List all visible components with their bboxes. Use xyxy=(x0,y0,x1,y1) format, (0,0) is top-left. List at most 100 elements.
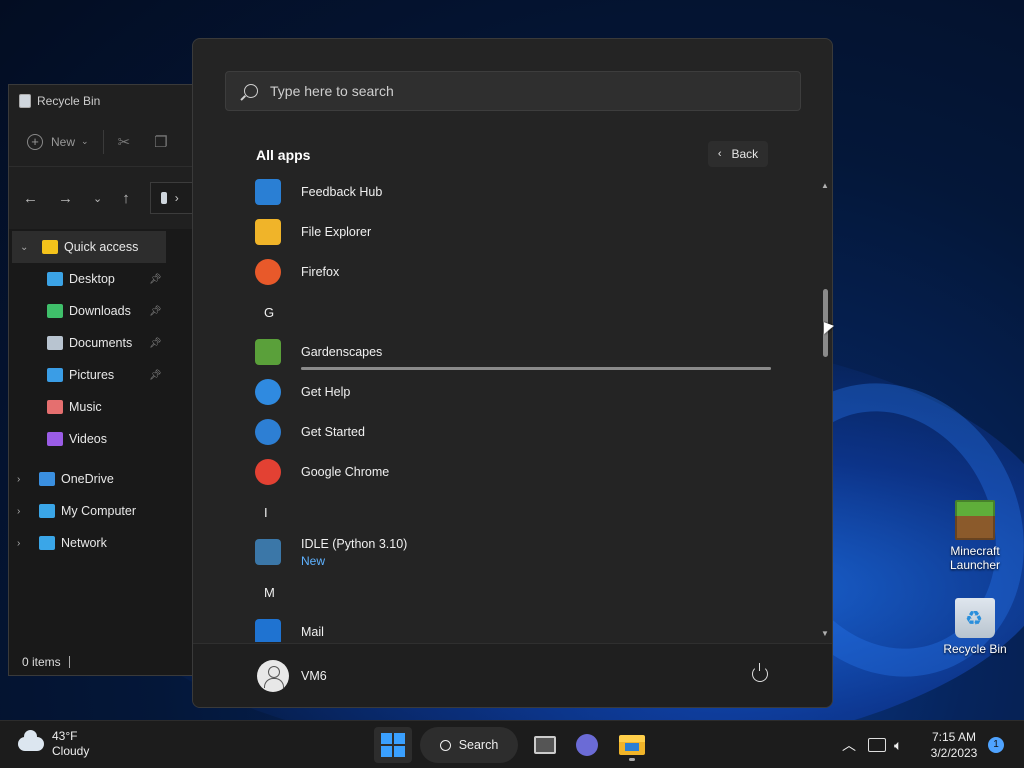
back-arrow-icon[interactable]: ← xyxy=(23,190,38,207)
sidebar-item-label: Desktop xyxy=(69,272,115,286)
network-icon xyxy=(868,738,886,752)
copy-icon[interactable]: ❐ xyxy=(154,133,167,151)
status-divider xyxy=(68,656,70,668)
sidebar-item-label: Downloads xyxy=(69,304,131,318)
chevron-down-icon[interactable]: ⌄ xyxy=(20,242,34,253)
item-count: 0 items xyxy=(22,655,61,669)
app-item-mail[interactable]: Mail xyxy=(243,612,783,642)
back-button[interactable]: ‹ Back xyxy=(708,141,768,167)
cloud-icon xyxy=(18,730,44,751)
star-icon xyxy=(42,240,58,254)
clock[interactable]: 7:15 AM 3/2/2023 xyxy=(920,729,988,761)
sidebar-item-label: Music xyxy=(69,400,102,414)
recycle-bin-icon xyxy=(955,598,995,638)
toolbar-divider xyxy=(102,129,104,154)
new-button[interactable]: New xyxy=(51,135,75,149)
desktop-icon xyxy=(47,272,63,286)
status-bar: 0 items xyxy=(9,649,70,675)
sidebar-item-label: My Computer xyxy=(61,504,137,518)
scroll-up-arrow-icon[interactable]: ▲ xyxy=(821,181,829,190)
search-icon xyxy=(439,739,451,751)
app-name: Gardenscapes xyxy=(301,345,383,359)
file-explorer-taskbar-button[interactable] xyxy=(612,727,652,763)
app-name: Feedback Hub xyxy=(301,185,383,199)
app-item-get-started[interactable]: Get Started xyxy=(243,412,783,452)
sidebar-item-label: Videos xyxy=(69,432,107,446)
cloud-icon xyxy=(39,472,55,486)
volume-tray-button[interactable]: 🔈︎ xyxy=(894,721,902,768)
clock-time: 7:15 AM xyxy=(931,730,977,744)
app-item-gardenscapes[interactable]: Gardenscapes xyxy=(243,332,783,372)
chevron-right-icon[interactable]: › xyxy=(17,506,31,517)
app-name: File Explorer xyxy=(301,225,372,239)
up-arrow-icon[interactable]: ↑ xyxy=(122,190,130,207)
start-button[interactable] xyxy=(374,727,412,763)
new-plus-icon[interactable]: + xyxy=(27,133,43,150)
task-view-icon xyxy=(534,736,556,754)
chevron-right-icon[interactable]: › xyxy=(17,538,31,549)
start-footer: VM6 xyxy=(193,643,832,707)
desktop-icon-label: Minecraft Launcher xyxy=(949,544,1001,572)
start-search-box[interactable]: Type here to search xyxy=(225,71,801,111)
sidebar-item-label: OneDrive xyxy=(61,472,114,486)
breadcrumb-chevron-icon: › xyxy=(174,191,179,205)
app-name: IDLE (Python 3.10) xyxy=(301,536,408,551)
pictures-icon xyxy=(47,368,63,382)
power-icon[interactable] xyxy=(752,663,768,682)
gardenscapes-icon xyxy=(255,339,281,365)
chevron-up-icon: ︿ xyxy=(842,737,856,753)
desktop-icon-minecraft[interactable]: Minecraft Launcher xyxy=(939,500,1011,572)
app-name: Get Started xyxy=(301,425,365,439)
taskbar-search-button[interactable]: Search xyxy=(420,727,518,763)
chevron-down-icon[interactable]: ⌄ xyxy=(81,136,89,147)
sidebar-item-label: Network xyxy=(61,536,107,550)
app-item-google-chrome[interactable]: Google Chrome xyxy=(243,452,783,492)
get-started-icon xyxy=(255,419,281,445)
all-apps-title: All apps xyxy=(256,147,311,163)
app-name: Google Chrome xyxy=(301,465,390,479)
volume-icon: 🔈︎ xyxy=(894,736,903,753)
app-name: Get Help xyxy=(301,385,351,399)
mail-icon xyxy=(255,619,281,642)
folder-icon xyxy=(619,735,645,755)
notification-badge[interactable]: 1 xyxy=(988,737,1004,753)
desktop-icon-label: Recycle Bin xyxy=(943,642,1007,656)
desktop-icon-recycle-bin[interactable]: Recycle Bin xyxy=(939,598,1011,656)
music-icon xyxy=(47,400,63,414)
sidebar-item-label: Documents xyxy=(69,336,133,350)
python-icon xyxy=(255,539,281,565)
letter-header-m[interactable]: M xyxy=(243,572,783,612)
scroll-down-arrow-icon[interactable]: ▼ xyxy=(821,629,829,638)
weather-widget[interactable]: 43°F Cloudy xyxy=(18,729,89,759)
app-item-file-explorer[interactable]: File Explorer xyxy=(243,212,783,252)
new-badge: New xyxy=(301,553,326,568)
app-item-idle-python-3-10[interactable]: IDLE (Python 3.10) New xyxy=(243,532,783,572)
file-explorer-icon xyxy=(255,219,281,245)
recycle-bin-icon xyxy=(160,192,167,204)
letter-header-g[interactable]: G xyxy=(243,292,783,332)
install-progress-bar xyxy=(301,367,771,370)
cut-icon[interactable]: ✂ xyxy=(118,133,131,151)
user-name[interactable]: VM6 xyxy=(301,669,327,683)
videos-icon xyxy=(47,432,63,446)
back-label: Back xyxy=(731,147,759,161)
app-name: Mail xyxy=(301,625,324,639)
recent-chevron-icon[interactable]: ⌄ xyxy=(93,192,102,205)
weather-temperature: 43°F xyxy=(52,729,78,743)
app-item-feedback-hub[interactable]: Feedback Hub xyxy=(243,172,783,212)
task-view-button[interactable] xyxy=(526,727,564,763)
chevron-right-icon[interactable]: › xyxy=(17,474,31,485)
teams-chat-button[interactable] xyxy=(568,727,606,763)
letter-header-i[interactable]: I xyxy=(243,492,783,532)
chrome-icon xyxy=(255,459,281,485)
app-item-get-help[interactable]: Get Help xyxy=(243,372,783,412)
avatar[interactable] xyxy=(257,659,289,692)
app-item-firefox[interactable]: Firefox xyxy=(243,252,783,292)
recycle-bin-icon xyxy=(19,94,31,108)
show-hidden-icons-button[interactable]: ︿ xyxy=(842,721,856,768)
sidebar-item-quick-access[interactable]: ⌄ Quick access xyxy=(12,231,166,263)
forward-arrow-icon[interactable]: → xyxy=(58,190,73,207)
network-icon xyxy=(39,536,55,550)
feedback-hub-icon xyxy=(255,179,281,205)
network-tray-button[interactable] xyxy=(868,721,886,768)
